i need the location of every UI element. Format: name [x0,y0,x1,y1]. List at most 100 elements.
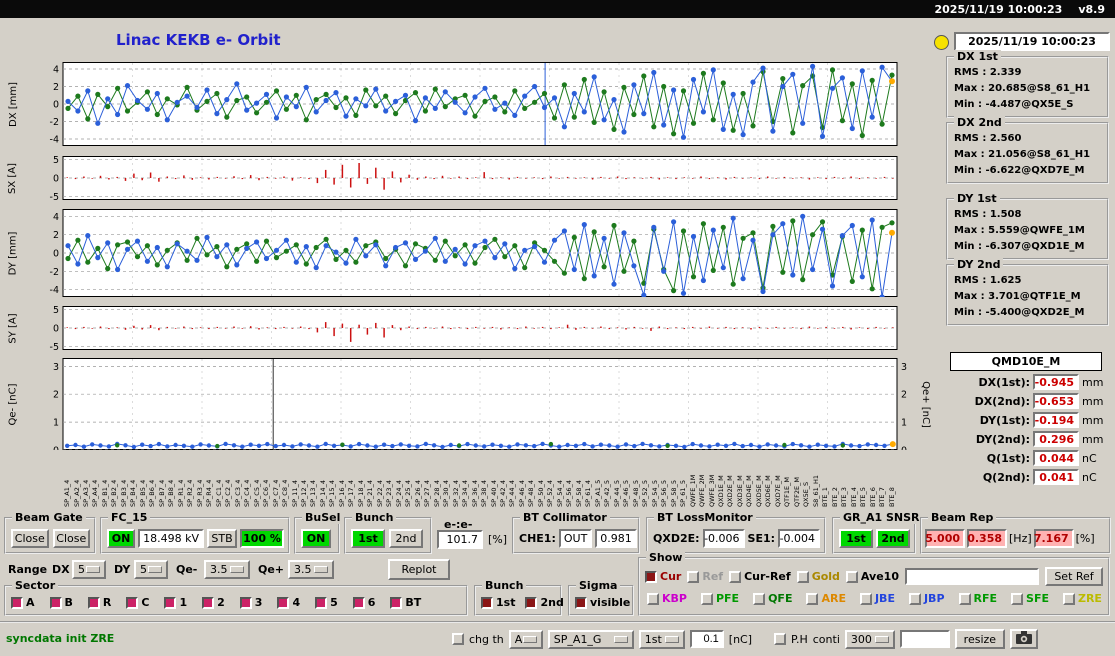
checkbox[interactable] [859,592,872,605]
beam-rep-value-2: 0.358 [967,529,1007,548]
checkbox[interactable] [753,592,766,605]
checkbox[interactable] [796,570,809,583]
set-ref-button[interactable]: Set Ref [1045,567,1103,586]
range-dy-select[interactable]: 5 [134,560,168,579]
show-checkbox-rfe[interactable]: RFE [958,592,997,605]
show-checkbox-pfe[interactable]: PFE [700,592,739,605]
bunch-1st-button[interactable]: 1st [351,529,385,548]
checkbox[interactable] [390,596,403,609]
checkbox[interactable] [687,570,700,583]
show-checkbox-cur-ref[interactable]: Cur-Ref [729,570,791,583]
bunch-checkbox-1st[interactable]: 1st [481,596,515,609]
range-qep-select[interactable]: 3.5 [288,560,334,579]
sector-checkbox-r[interactable]: R [87,596,111,609]
svg-text:2: 2 [53,390,59,401]
checkbox[interactable] [647,592,659,605]
checkbox[interactable] [126,596,139,609]
sector-checkbox-1[interactable]: 1 [164,596,187,609]
replot-button[interactable]: Replot [388,559,450,580]
show-checkbox-gold[interactable]: Gold [796,570,840,583]
checkbox[interactable] [481,596,493,609]
checkbox[interactable] [164,596,177,609]
x-axis-tick-label: SP_A4_4 [91,479,100,507]
checkbox[interactable] [806,592,819,605]
show-checkbox-qfe[interactable]: QFE [753,592,792,605]
sector-checkbox-3[interactable]: 3 [239,596,262,609]
x-axis-tick-label: SP_12_4 [299,480,308,507]
checkbox[interactable] [700,592,713,605]
bunch-select[interactable]: 1st [638,629,685,649]
show-checkbox-cur[interactable]: Cur [645,570,681,583]
sigma-visible-checkbox[interactable]: visible [575,596,630,609]
count-select[interactable]: 300 [844,629,895,649]
checkbox-label: 4 [292,596,301,609]
busel-on-button[interactable]: ON [301,529,331,548]
bpm-select[interactable]: SP_A1_G [547,629,634,649]
sector-checkbox-a[interactable]: A [11,596,35,609]
sector-checkbox-c[interactable]: C [126,596,149,609]
checkbox[interactable] [958,592,971,605]
checkbox[interactable] [277,596,290,609]
x-axis-tick-label: SP_22_4 [375,480,384,507]
sector-checkbox-5[interactable]: 5 [315,596,338,609]
bunch-checkbox-2nd[interactable]: 2nd [525,596,564,609]
gr-a1-1st-button[interactable]: 1st [839,529,873,548]
checkbox[interactable] [729,570,742,583]
checkbox[interactable] [1011,592,1024,605]
range-qem-select[interactable]: 3.5 [204,560,250,579]
fc15-percent-value: 100 % [240,529,284,548]
x-axis-tick-label: SP_30_4 [442,480,451,507]
beam-gate-close-button-1[interactable]: Close [11,529,49,548]
show-checkbox-zre[interactable]: ZRE [1062,592,1102,605]
ref-file-input[interactable] [904,568,1039,585]
sector-checkbox-bt[interactable]: BT [390,596,421,609]
aux-input[interactable] [899,630,950,648]
checkbox[interactable] [645,570,657,583]
show-checkbox-ave10[interactable]: Ave10 [845,570,899,583]
checkbox-label: Cur-Ref [744,570,791,583]
sy-axis-label: SY [A] [7,312,19,344]
show-checkbox-jbe[interactable]: JBE [859,592,895,605]
sigma-group: Sigma visible [568,579,634,616]
snapshot-button[interactable] [1009,629,1038,649]
range-dx-select[interactable]: 5 [72,560,106,579]
checkbox[interactable] [202,596,215,609]
sector-checkbox-4[interactable]: 4 [277,596,300,609]
chg-th-checkbox[interactable] [452,633,464,645]
checkbox[interactable] [11,596,23,609]
checkbox[interactable] [1062,592,1075,605]
bunch-2nd-button[interactable]: 2nd [389,529,423,548]
beam-gate-close-button-2[interactable]: Close [52,529,90,548]
svg-text:-2: -2 [50,267,59,278]
stats-dx-1st: DX 1st RMS : 2.339 Max : 20.685@S8_61_H1 Mi… [946,50,1109,118]
checkbox[interactable] [525,596,538,609]
show-checkbox-kbp[interactable]: KBP [647,592,687,605]
sector-label: Sector [12,579,59,592]
checkbox[interactable] [239,596,252,609]
threshold-input[interactable] [689,630,724,648]
checkbox[interactable] [87,596,100,609]
checkbox[interactable] [315,596,328,609]
checkbox[interactable] [908,592,921,605]
show-checkbox-jbp[interactable]: JBP [908,592,945,605]
resize-button[interactable]: resize [954,629,1005,649]
che1-status[interactable]: OUT [558,529,593,548]
sector-checkbox-b[interactable]: B [49,596,73,609]
bunch2-label: Bunch [482,579,527,592]
show-checkbox-ref[interactable]: Ref [687,570,723,583]
sector-checkbox-2[interactable]: 2 [202,596,225,609]
sector-select[interactable]: A [508,629,543,649]
checkbox[interactable] [49,596,62,609]
show-checkbox-sfe[interactable]: SFE [1011,592,1049,605]
checkbox[interactable] [575,596,587,609]
checkbox[interactable] [352,596,365,609]
ph-checkbox[interactable] [774,633,787,645]
gr-a1-2nd-button[interactable]: 2nd [876,529,910,548]
sector-checkbox-6[interactable]: 6 [352,596,375,609]
checkbox-label: QFE [768,592,793,605]
fc15-stb-button[interactable]: STB [207,529,237,548]
show-checkbox-are[interactable]: ARE [806,592,846,605]
checkbox[interactable] [845,570,858,583]
x-axis-tick-label: SP_A2_4 [72,479,81,507]
fc15-on-button[interactable]: ON [107,529,136,548]
